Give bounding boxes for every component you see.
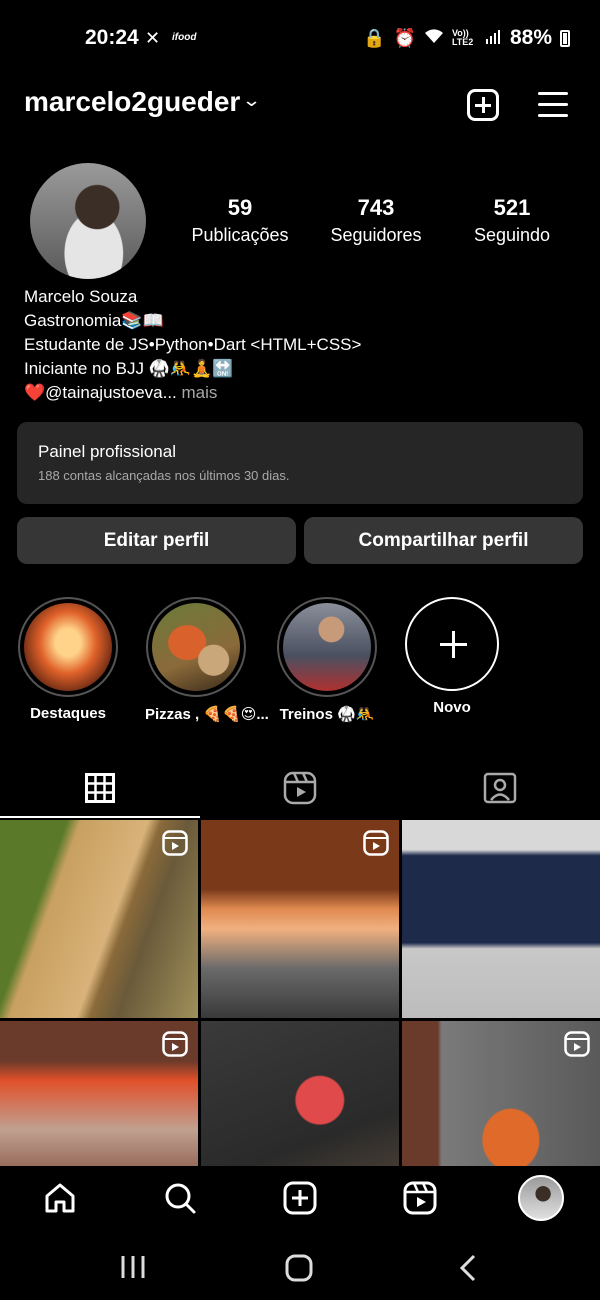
stat-label: Seguindo bbox=[473, 225, 551, 245]
recent-apps-icon[interactable] bbox=[119, 1254, 147, 1280]
panel-subtitle: 188 contas alcançadas nos últimos 30 dia… bbox=[38, 468, 290, 483]
ifood-notification-icon: ifood bbox=[172, 32, 197, 43]
grid-post[interactable] bbox=[0, 820, 198, 1018]
grid-icon bbox=[85, 773, 115, 803]
tools-icon: ✕ bbox=[145, 28, 161, 48]
grid-post[interactable] bbox=[0, 1021, 198, 1166]
add-box-icon[interactable] bbox=[467, 89, 499, 121]
profile-avatar[interactable] bbox=[518, 1175, 564, 1221]
stat-number: 743 bbox=[357, 195, 395, 220]
highlight-treinos[interactable]: Treinos 🥋🤼 bbox=[276, 597, 378, 723]
tab-reels[interactable] bbox=[200, 758, 400, 818]
highlight-ring bbox=[18, 597, 118, 697]
wifi-icon bbox=[424, 28, 444, 49]
highlight-ring bbox=[277, 597, 377, 697]
highlight-label: Treinos 🥋🤼 bbox=[279, 706, 375, 723]
stat-label: Publicações bbox=[191, 225, 289, 245]
battery-percent: 88% bbox=[509, 26, 552, 49]
highlight-label: Destaques bbox=[30, 705, 106, 722]
profile-bio: Marcelo Souza Gastronomia📚📖 Estudante de… bbox=[24, 285, 361, 405]
highlight-label: Novo bbox=[433, 699, 471, 716]
highlight-cover bbox=[152, 603, 240, 691]
profile-header: marcelo2gueder ⌄ bbox=[0, 80, 600, 130]
status-right: 🔒 ⏰ Vo)) LTE2 88% bbox=[363, 26, 570, 50]
edit-profile-button[interactable]: Editar perfil bbox=[17, 517, 296, 564]
grid-post[interactable] bbox=[402, 820, 600, 1018]
highlight-cover bbox=[283, 603, 371, 691]
bio-line: Iniciante no BJJ 🥋🤼🧘🔛 bbox=[24, 359, 234, 378]
status-bar: 20:24 ✕ ifood 🔒 ⏰ Vo)) LTE2 88% bbox=[0, 0, 600, 80]
more-link[interactable]: mais bbox=[177, 383, 218, 402]
tagged-icon bbox=[483, 772, 517, 804]
grid-post[interactable] bbox=[402, 1021, 600, 1166]
panel-title: Painel profissional bbox=[38, 442, 176, 461]
reel-badge-icon bbox=[162, 1031, 188, 1057]
highlight-cover bbox=[24, 603, 112, 691]
reel-badge-icon bbox=[162, 830, 188, 856]
stat-number: 59 bbox=[227, 195, 253, 220]
bio-line: Gastronomia📚📖 bbox=[24, 311, 164, 330]
highlight-ring bbox=[146, 597, 246, 697]
professional-dashboard[interactable]: Painel profissional 188 contas alcançada… bbox=[17, 422, 583, 504]
bottom-nav bbox=[0, 1166, 600, 1232]
reels-icon bbox=[283, 771, 317, 805]
stat-following[interactable]: 521 Seguindo bbox=[447, 195, 577, 246]
system-nav-bar bbox=[0, 1232, 600, 1300]
reel-badge-icon bbox=[363, 830, 389, 856]
mention-link[interactable]: ❤️@tainajustoeva... bbox=[24, 383, 177, 402]
grid-post[interactable] bbox=[201, 820, 399, 1018]
posts-grid bbox=[0, 820, 600, 1166]
stat-posts[interactable]: 59 Publicações bbox=[175, 195, 305, 246]
menu-icon[interactable] bbox=[538, 92, 568, 118]
stat-number: 521 bbox=[493, 195, 531, 220]
bio-line: Estudante de JS•Python•Dart <HTML+CSS> bbox=[24, 335, 362, 354]
new-highlight-plus-icon bbox=[405, 597, 499, 691]
share-profile-button[interactable]: Compartilhar perfil bbox=[304, 517, 583, 564]
tab-grid[interactable] bbox=[0, 758, 200, 818]
back-icon[interactable] bbox=[458, 1254, 478, 1282]
bio-line-mention: ❤️@tainajustoeva... mais bbox=[24, 381, 361, 405]
lock-icon: 🔒 bbox=[363, 27, 386, 48]
grid-post[interactable] bbox=[201, 1021, 399, 1166]
search-icon[interactable] bbox=[160, 1178, 200, 1218]
highlight-label: Pizzas , 🍕🍕😍... bbox=[145, 706, 269, 723]
create-icon[interactable] bbox=[280, 1178, 320, 1218]
battery-icon bbox=[560, 29, 570, 47]
profile-avatar[interactable] bbox=[30, 163, 146, 279]
status-time: 20:24 bbox=[85, 26, 139, 49]
highlight-pizzas[interactable]: Pizzas , 🍕🍕😍... bbox=[145, 597, 269, 723]
signal-icon bbox=[485, 28, 502, 49]
highlight-novo[interactable]: Novo bbox=[401, 597, 503, 716]
tab-tagged[interactable] bbox=[400, 758, 600, 818]
network-label: Vo)) LTE2 bbox=[451, 28, 474, 47]
stat-label: Seguidores bbox=[330, 225, 422, 245]
profile-tabs bbox=[0, 758, 600, 818]
home-icon[interactable] bbox=[40, 1178, 80, 1218]
reel-badge-icon bbox=[564, 1031, 590, 1057]
stat-followers[interactable]: 743 Seguidores bbox=[311, 195, 441, 246]
chevron-down-icon[interactable]: ⌄ bbox=[242, 90, 262, 111]
reels-icon[interactable] bbox=[400, 1178, 440, 1218]
alarm-icon: ⏰ bbox=[393, 27, 416, 48]
username[interactable]: marcelo2gueder bbox=[24, 86, 240, 118]
bio-name: Marcelo Souza bbox=[24, 287, 138, 306]
home-button-icon[interactable] bbox=[285, 1254, 313, 1282]
highlight-destaques[interactable]: Destaques bbox=[17, 597, 119, 722]
